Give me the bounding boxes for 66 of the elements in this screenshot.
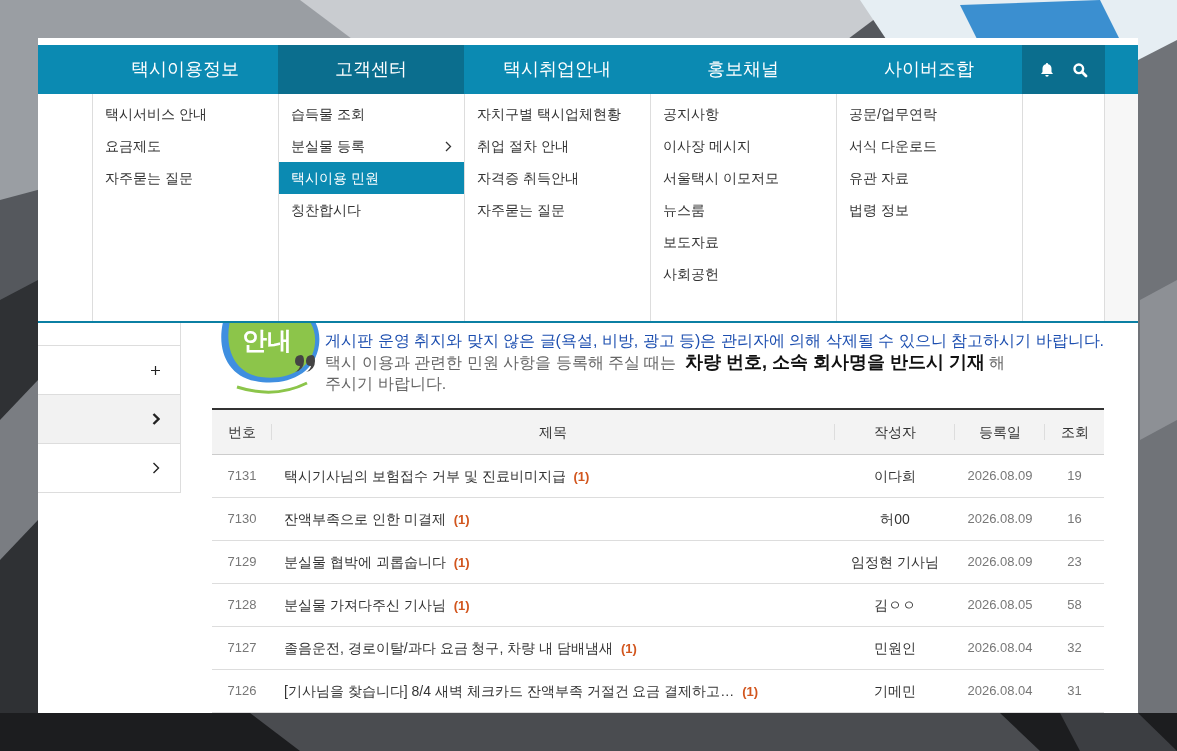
column-header: 조회 bbox=[1060, 422, 1089, 442]
menu-item[interactable]: 유관 자료 bbox=[837, 162, 1022, 194]
column-header: 제목 bbox=[539, 422, 567, 442]
post-date: 2026.08.09 bbox=[967, 553, 1033, 572]
post-date: 2026.08.09 bbox=[967, 510, 1033, 529]
post-date: 2026.08.05 bbox=[967, 596, 1033, 615]
menu-item[interactable]: 칭찬합시다 bbox=[279, 194, 464, 226]
view-count: 31 bbox=[1067, 682, 1082, 701]
nav-tab[interactable]: 고객센터 bbox=[278, 45, 464, 94]
menu-item[interactable]: 택시이용 민원 bbox=[279, 162, 464, 194]
menu-item[interactable]: 자격증 취득안내 bbox=[465, 162, 650, 194]
menu-item[interactable]: 공지사항 bbox=[651, 98, 836, 130]
post-title-link[interactable]: 분실물 협박에 괴롭숩니다 (1) bbox=[284, 551, 470, 573]
menu-item[interactable]: 법령 정보 bbox=[837, 194, 1022, 226]
post-number: 7127 bbox=[227, 639, 257, 658]
post-title-link[interactable]: 졸음운전, 경로이탈/과다 요금 청구, 차량 내 담배냄새 (1) bbox=[284, 637, 637, 659]
notice-badge-label: 안내 bbox=[242, 325, 292, 355]
view-count: 16 bbox=[1067, 510, 1082, 529]
column-header: 작성자 bbox=[873, 422, 916, 442]
post-date: 2026.08.04 bbox=[967, 639, 1033, 658]
post-number: 7128 bbox=[227, 596, 257, 615]
bell-icon[interactable] bbox=[1038, 61, 1055, 78]
menu-item[interactable]: 습득물 조회 bbox=[279, 98, 464, 130]
menu-item[interactable]: 뉴스룸 bbox=[651, 194, 836, 226]
post-number: 7131 bbox=[227, 467, 257, 486]
post-date: 2026.08.09 bbox=[967, 467, 1033, 486]
menu-item[interactable]: 택시서비스 안내 bbox=[93, 98, 278, 130]
menu-item[interactable]: 공문/업무연락 bbox=[837, 98, 1022, 130]
notice-warning: 게시판 운영 취지와 맞지 않은 글(욕설, 비방, 광고 등)은 관리자에 의해 삭제될 수 있으니 참고하시기 바랍니다. bbox=[325, 331, 1104, 351]
notice-text: 택시 이용과 관련한 민원 사항을 등록해 주실 때는 차량 번호, 소속 회사명을 반드시 기재 해 주시기 바랍니다. bbox=[325, 352, 1007, 394]
column-header: 등록일 bbox=[978, 422, 1021, 442]
menu-item[interactable]: 이사장 메시지 bbox=[651, 130, 836, 162]
sidebar-item[interactable] bbox=[38, 395, 180, 444]
author-name: 민원인 bbox=[874, 638, 916, 658]
chevron-right-icon bbox=[152, 462, 160, 474]
column-header: 번호 bbox=[227, 422, 256, 442]
post-number: 7126 bbox=[227, 682, 257, 701]
post-number: 7129 bbox=[227, 553, 257, 572]
menu-item[interactable]: 서울택시 이모저모 bbox=[651, 162, 836, 194]
menu-item[interactable]: 분실물 등록 bbox=[279, 130, 464, 162]
post-title-link[interactable]: [기사님을 찾습니다] 8/4 새벽 체크카드 잔액부족 거절건 요금 결제하고… (1) bbox=[284, 680, 759, 702]
post-title-link[interactable]: 택시기사님의 보험접수 거부 및 진료비미지급 (1) bbox=[284, 465, 590, 487]
menu-item[interactable]: 자치구별 택시업체현황 bbox=[465, 98, 650, 130]
author-name: 허00 bbox=[880, 509, 910, 529]
author-name: 임정현 기사님 bbox=[851, 552, 939, 572]
post-date: 2026.08.04 bbox=[967, 682, 1033, 701]
author-name: 김ㅇㅇ bbox=[874, 595, 916, 615]
menu-item[interactable]: 자주묻는 질문 bbox=[465, 194, 650, 226]
menu-item[interactable]: 서식 다운로드 bbox=[837, 130, 1022, 162]
author-name: 기메민 bbox=[874, 681, 916, 701]
menu-item[interactable]: 보도자료 bbox=[651, 226, 836, 258]
author-name: 이다희 bbox=[874, 466, 916, 486]
plus-icon bbox=[151, 365, 160, 375]
menu-item[interactable]: 요금제도 bbox=[93, 130, 278, 162]
search-icon[interactable] bbox=[1072, 61, 1089, 78]
view-count: 32 bbox=[1067, 639, 1082, 658]
post-title-link[interactable]: 분실물 가져다주신 기사님 (1) bbox=[284, 594, 470, 616]
post-number: 7130 bbox=[227, 510, 257, 529]
view-count: 23 bbox=[1067, 553, 1082, 572]
post-title-link[interactable]: 잔액부족으로 인한 미결제 (1) bbox=[284, 508, 470, 530]
menu-item[interactable]: 취업 절차 안내 bbox=[465, 130, 650, 162]
menu-item[interactable]: 자주묻는 질문 bbox=[93, 162, 278, 194]
view-count: 58 bbox=[1067, 596, 1082, 615]
view-count: 19 bbox=[1067, 467, 1082, 486]
menu-item[interactable]: 사회공헌 bbox=[651, 258, 836, 290]
chevron-right-icon bbox=[152, 413, 160, 425]
